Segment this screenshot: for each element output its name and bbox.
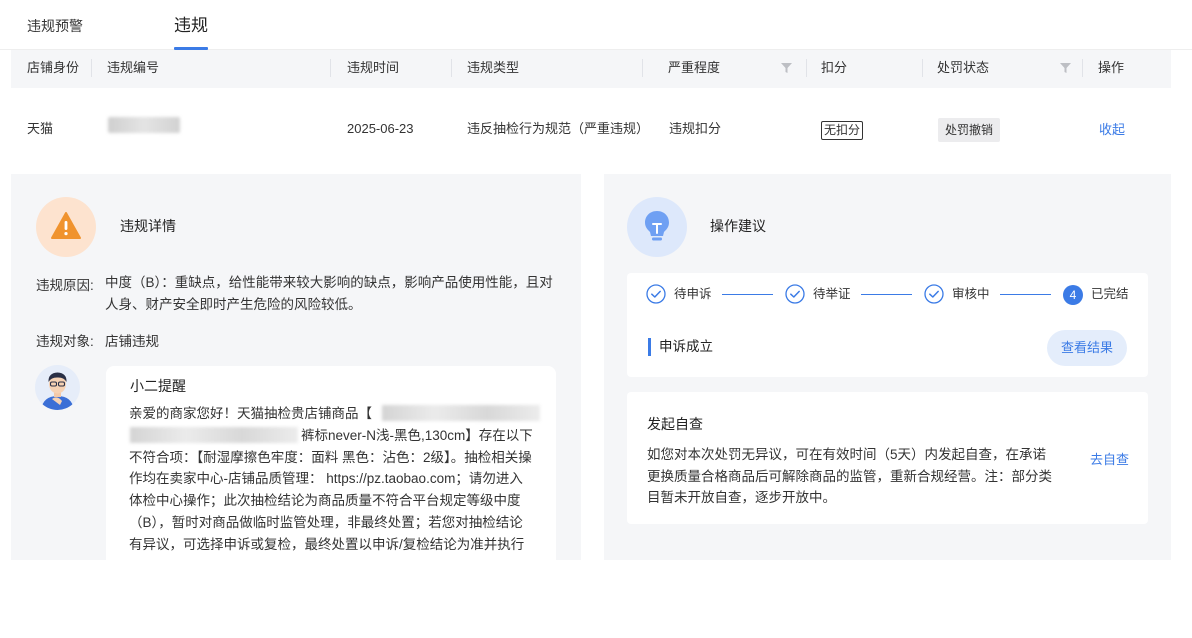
tab-bar: 违规预警 违规 bbox=[0, 0, 1192, 50]
target-text: 店铺违规 bbox=[105, 334, 159, 349]
tab-violation-warning[interactable]: 违规预警 bbox=[27, 0, 83, 50]
tab-violation[interactable]: 违规 bbox=[174, 0, 208, 50]
collapse-link[interactable]: 收起 bbox=[1099, 119, 1125, 141]
result-accent-bar bbox=[648, 338, 651, 356]
reminder-title: 小二提醒 bbox=[130, 378, 186, 394]
appeal-result-label: 申诉成立 bbox=[659, 339, 713, 354]
check-circle-icon bbox=[646, 284, 666, 304]
violation-detail-title: 违规详情 bbox=[120, 218, 176, 234]
reason-text: 中度（B）：重缺点，给性能带来较大影响的缺点，影响产品使用性能，且对人身、财产安… bbox=[105, 275, 553, 312]
column-divider bbox=[642, 59, 643, 77]
filter-icon[interactable] bbox=[1060, 63, 1071, 73]
column-divider bbox=[1082, 59, 1083, 77]
column-shop-identity: 店铺身份 bbox=[27, 60, 80, 75]
column-violation-time: 违规时间 bbox=[347, 60, 400, 75]
operation-advice-title: 操作建议 bbox=[710, 218, 766, 234]
check-circle-icon bbox=[924, 284, 944, 304]
check-circle-icon bbox=[785, 284, 805, 304]
step-pending-appeal: 待申诉 bbox=[674, 287, 712, 301]
penalty-status-badge: 处罚撤销 bbox=[938, 118, 1001, 142]
column-divider bbox=[451, 59, 452, 77]
cell-shop-identity: 天猫 bbox=[27, 121, 54, 136]
filter-icon[interactable] bbox=[781, 63, 792, 73]
warning-icon bbox=[36, 197, 96, 257]
column-divider bbox=[806, 59, 807, 77]
table-header: 店铺身份 违规编号 违规时间 违规类型 严重程度 扣分 处罚状态 操作 bbox=[11, 50, 1171, 88]
column-action: 操作 bbox=[1098, 60, 1125, 75]
redacted-violation-id bbox=[108, 117, 180, 133]
step-under-review: 审核中 bbox=[952, 287, 990, 301]
self-check-text: 如您对本次处罚无异议，可在有效时间（5天）内发起自查，在承诺更换质量合格商品后可… bbox=[647, 447, 1052, 505]
cell-severity: 违规扣分 bbox=[669, 121, 722, 136]
avatar bbox=[35, 365, 80, 410]
column-divider bbox=[922, 59, 923, 77]
redacted-product-name bbox=[382, 405, 540, 421]
cell-violation-type: 违反抽检行为规范（严重违规） bbox=[467, 121, 650, 136]
column-violation-id: 违规编号 bbox=[107, 60, 160, 75]
self-check-link[interactable]: 去自查 bbox=[1090, 449, 1129, 468]
reminder-text-part2: 裤标never-N浅-黑色,130cm】存在以下不符合项：【耐湿摩擦色牢度：面料… bbox=[129, 427, 533, 559]
step-connector bbox=[1000, 294, 1051, 295]
bulb-icon bbox=[627, 197, 687, 257]
step-pending-evidence: 待举证 bbox=[813, 287, 851, 301]
view-result-button[interactable]: 查看结果 bbox=[1047, 330, 1127, 366]
column-divider bbox=[91, 59, 92, 77]
redacted-product-name bbox=[130, 427, 298, 443]
cell-violation-time: 2025-06-23 bbox=[347, 121, 414, 136]
column-penalty-status: 处罚状态 bbox=[937, 60, 990, 75]
deduction-badge: 无扣分 bbox=[821, 121, 864, 140]
step-connector bbox=[722, 294, 773, 295]
step-completed: 已完结 bbox=[1091, 287, 1129, 301]
step-connector bbox=[861, 294, 912, 295]
self-check-title: 发起自查 bbox=[647, 416, 703, 432]
step-number-badge: 4 bbox=[1063, 285, 1083, 305]
column-deduction: 扣分 bbox=[821, 60, 848, 75]
column-severity: 严重程度 bbox=[668, 60, 721, 75]
reminder-text-part1: 亲爱的商家您好！天猫抽检贵店铺商品【 bbox=[129, 406, 372, 421]
reason-label: 违规原因: bbox=[36, 278, 94, 293]
column-divider bbox=[330, 59, 331, 77]
target-label: 违规对象: bbox=[36, 334, 94, 349]
column-violation-type: 违规类型 bbox=[467, 60, 520, 75]
